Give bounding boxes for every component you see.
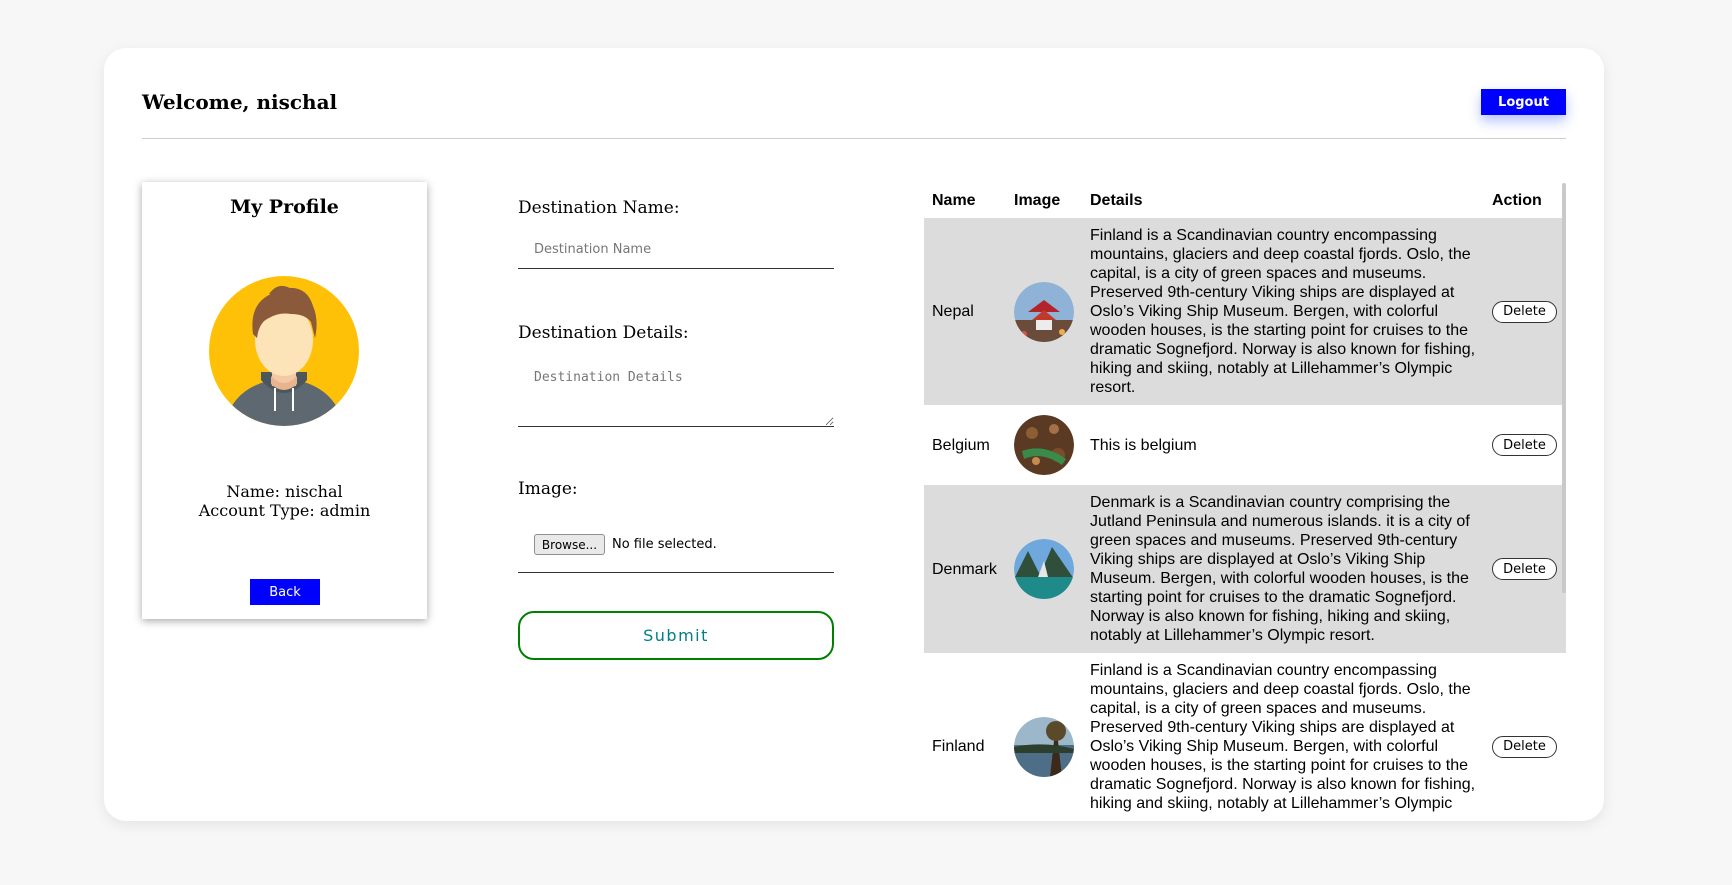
row-image-cell	[1006, 653, 1082, 813]
destinations-table: Name Image Details Action Nepal Finland …	[924, 183, 1566, 813]
row-name: Nepal	[924, 218, 1006, 405]
row-details: Denmark is a Scandinavian country compri…	[1082, 485, 1484, 653]
pagoda-photo	[1014, 281, 1074, 342]
image-file-input: Browse... No file selected.	[518, 524, 834, 573]
row-action-cell: Delete	[1484, 653, 1566, 813]
submit-button[interactable]: Submit	[518, 611, 834, 660]
destination-name-input[interactable]	[518, 231, 834, 269]
destination-details-label: Destination Details:	[518, 323, 689, 343]
profile-title: My Profile	[230, 196, 339, 218]
profile-name: Name: nischal	[226, 482, 343, 501]
row-image-cell	[1006, 485, 1082, 653]
profile-info: Name: nischal Account Type: admin	[142, 482, 427, 520]
destination-details-input[interactable]	[518, 356, 834, 427]
user-avatar-icon	[209, 276, 359, 426]
column-header-action: Action	[1492, 191, 1542, 209]
browse-button[interactable]: Browse...	[534, 534, 605, 555]
row-image-cell	[1006, 405, 1082, 485]
back-button[interactable]: Back	[250, 579, 320, 605]
welcome-heading: Welcome, nischal	[142, 90, 338, 114]
column-header-image: Image	[1014, 191, 1061, 209]
row-details: Finland is a Scandinavian country encomp…	[1090, 662, 1476, 812]
row-name: Denmark	[924, 485, 1006, 653]
row-action-cell: Delete	[1484, 218, 1566, 405]
row-name: Belgium	[932, 436, 990, 454]
row-name: Finland	[932, 738, 985, 755]
dashboard-card: Welcome, nischal Logout My Profile Name:…	[104, 48, 1604, 821]
profile-account-type: Account Type: admin	[198, 501, 371, 520]
table-scrollbar[interactable]	[1562, 183, 1566, 593]
destination-name-label: Destination Name:	[518, 198, 680, 218]
row-action-cell: Delete	[1484, 405, 1566, 485]
logout-button[interactable]: Logout	[1481, 89, 1566, 115]
file-status-text: No file selected.	[612, 537, 717, 552]
delete-button[interactable]: Delete	[1492, 434, 1557, 456]
row-details: This is belgium	[1090, 436, 1197, 454]
row-action-cell: Delete	[1484, 485, 1566, 653]
table-header-row: Name Image Details Action	[924, 183, 1566, 218]
column-header-name: Name	[932, 191, 976, 209]
delete-button[interactable]: Delete	[1492, 735, 1557, 758]
profile-card: My Profile Name: nischal Account Type: a…	[142, 182, 427, 619]
table-row: Denmark Denmark is a Scandinavian countr…	[924, 485, 1566, 653]
delete-button[interactable]: Delete	[1492, 300, 1557, 323]
food-photo	[1014, 415, 1074, 475]
row-details: Finland is a Scandinavian country encomp…	[1082, 218, 1484, 405]
page-header: Welcome, nischal Logout	[142, 48, 1566, 139]
image-label: Image:	[518, 479, 578, 499]
table-row: Finland Finland is a Scandinavian countr…	[924, 653, 1566, 813]
column-header-details: Details	[1090, 191, 1143, 209]
delete-button[interactable]: Delete	[1492, 558, 1557, 580]
table-row: Nepal Finland is a Scandinavian country …	[924, 218, 1566, 405]
forest-lake-photo	[1014, 716, 1074, 777]
table-row: Belgium This is belgium Delete	[924, 405, 1566, 485]
lake-photo	[1014, 539, 1074, 599]
row-image-cell	[1006, 218, 1082, 405]
destinations-table-container[interactable]: Name Image Details Action Nepal Finland …	[924, 183, 1566, 813]
